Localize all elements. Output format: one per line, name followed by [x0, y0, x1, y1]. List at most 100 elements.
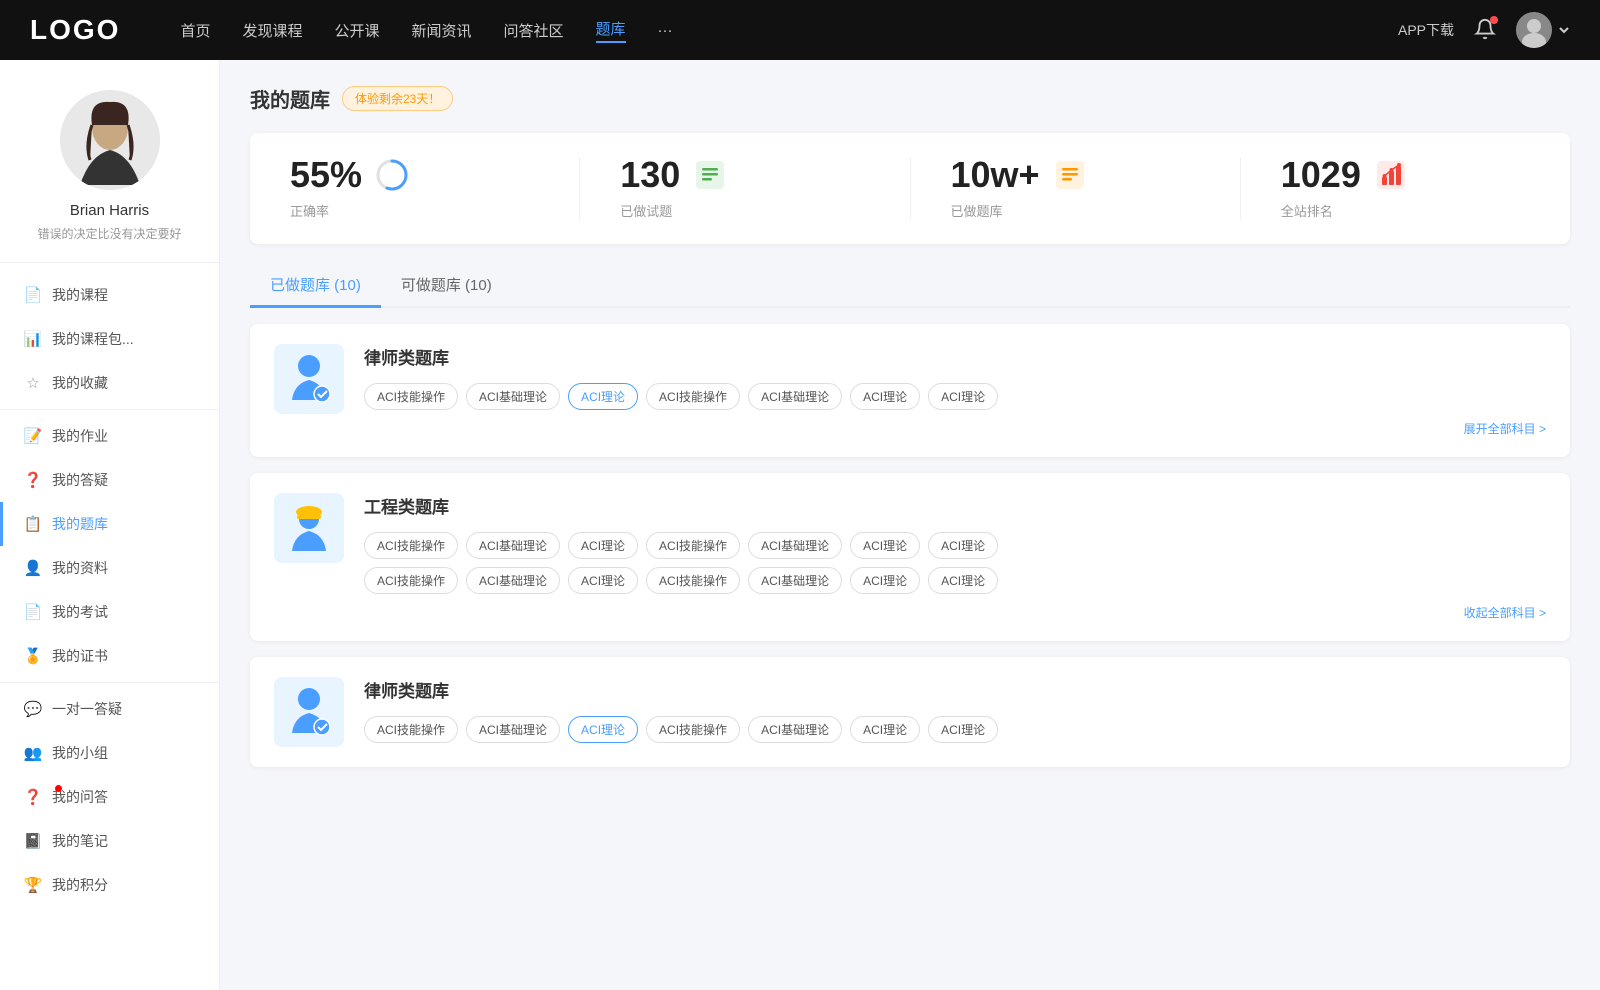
- sidebar-item-profile[interactable]: 👤 我的资料: [0, 546, 219, 590]
- stat-done-banks: 10w+ 已做题库: [911, 157, 1241, 220]
- notification-bell[interactable]: [1474, 18, 1496, 43]
- sidebar-item-exam[interactable]: 📄 我的考试: [0, 590, 219, 634]
- stat-value-correct: 55%: [290, 157, 362, 193]
- tag-1-1[interactable]: ACI基础理论: [466, 383, 560, 410]
- tag-2-4[interactable]: ACI基础理论: [748, 532, 842, 559]
- navbar: LOGO 首页 发现课程 公开课 新闻资讯 问答社区 题库 ··· APP下载: [0, 0, 1600, 60]
- qbank-collapse-2[interactable]: 收起全部科目 >: [364, 604, 1546, 621]
- qbank-title-3: 律师类题库: [364, 677, 1546, 702]
- tag-2-11[interactable]: ACI基础理论: [748, 567, 842, 594]
- qbank-header-3: 律师类题库 ACI技能操作 ACI基础理论 ACI理论 ACI技能操作 ACI基…: [274, 677, 1546, 747]
- nav-home[interactable]: 首页: [180, 20, 210, 41]
- profile-name: Brian Harris: [70, 202, 149, 219]
- nav-bank[interactable]: 题库: [596, 18, 626, 43]
- sidebar-label-certificate: 我的证书: [52, 646, 108, 666]
- stat-icon-circle: [374, 157, 410, 193]
- sidebar-label-homework: 我的作业: [52, 426, 108, 446]
- sidebar-label-course: 我的课程: [52, 285, 108, 305]
- tag-2-10[interactable]: ACI技能操作: [646, 567, 740, 594]
- 1on1-icon: 💬: [24, 700, 42, 718]
- nav-news[interactable]: 新闻资讯: [412, 20, 472, 41]
- tag-1-6[interactable]: ACI理论: [928, 383, 998, 410]
- tag-2-1[interactable]: ACI基础理论: [466, 532, 560, 559]
- tag-3-3[interactable]: ACI技能操作: [646, 716, 740, 743]
- logo[interactable]: LOGO: [30, 14, 120, 46]
- stat-label-rank: 全站排名: [1281, 201, 1333, 220]
- tag-3-6[interactable]: ACI理论: [928, 716, 998, 743]
- sidebar-item-1on1[interactable]: 💬 一对一答疑: [0, 687, 219, 731]
- tag-1-3[interactable]: ACI技能操作: [646, 383, 740, 410]
- tag-2-5[interactable]: ACI理论: [850, 532, 920, 559]
- sidebar-item-course-pack[interactable]: 📊 我的课程包...: [0, 317, 219, 361]
- tag-1-2[interactable]: ACI理论: [568, 383, 638, 410]
- sidebar-item-qbank[interactable]: 📋 我的题库: [0, 502, 219, 546]
- stats-row: 55% 正确率 130: [250, 133, 1570, 244]
- tab-available-banks[interactable]: 可做题库 (10): [381, 264, 512, 308]
- stat-top-1: 55%: [290, 157, 410, 193]
- app-download-button[interactable]: APP下载: [1398, 20, 1454, 40]
- sidebar-item-myqa[interactable]: ❓ 我的问答: [0, 775, 219, 819]
- tag-2-6[interactable]: ACI理论: [928, 532, 998, 559]
- qbank-tags-3: ACI技能操作 ACI基础理论 ACI理论 ACI技能操作 ACI基础理论 AC…: [364, 716, 1546, 743]
- sidebar-label-1on1: 一对一答疑: [52, 699, 122, 719]
- tag-1-5[interactable]: ACI理论: [850, 383, 920, 410]
- sidebar-menu: 📄 我的课程 📊 我的课程包... ☆ 我的收藏 📝 我的作业 ❓ 我的答疑 �: [0, 263, 219, 917]
- stat-top-4: 1029: [1281, 157, 1409, 193]
- tag-2-13[interactable]: ACI理论: [928, 567, 998, 594]
- tag-3-5[interactable]: ACI理论: [850, 716, 920, 743]
- nav-discover[interactable]: 发现课程: [242, 20, 302, 41]
- nav-more[interactable]: ···: [658, 22, 673, 39]
- stat-label-done: 已做试题: [620, 201, 672, 220]
- stat-top-3: 10w+: [951, 157, 1088, 193]
- sidebar-item-notes[interactable]: 📓 我的笔记: [0, 819, 219, 863]
- tag-3-0[interactable]: ACI技能操作: [364, 716, 458, 743]
- sidebar-item-group[interactable]: 👥 我的小组: [0, 731, 219, 775]
- main-layout: Brian Harris 错误的决定比没有决定要好 📄 我的课程 📊 我的课程包…: [0, 60, 1600, 990]
- notes-icon: 📓: [24, 832, 42, 850]
- qbank-expand-1[interactable]: 展开全部科目 >: [364, 420, 1546, 437]
- stat-value-done: 130: [620, 157, 680, 193]
- stat-value-rank: 1029: [1281, 157, 1361, 193]
- qbank-icon-lawyer-2: [274, 677, 344, 747]
- sidebar-label-group: 我的小组: [52, 743, 108, 763]
- qbank-tags-2-row2: ACI技能操作 ACI基础理论 ACI理论 ACI技能操作 ACI基础理论 AC…: [364, 567, 1546, 594]
- sidebar-label-course-pack: 我的课程包...: [52, 329, 134, 349]
- sidebar-item-certificate[interactable]: 🏅 我的证书: [0, 634, 219, 678]
- sidebar-label-notes: 我的笔记: [52, 831, 108, 851]
- points-icon: 🏆: [24, 876, 42, 894]
- tag-2-12[interactable]: ACI理论: [850, 567, 920, 594]
- sidebar-item-homework[interactable]: 📝 我的作业: [0, 414, 219, 458]
- tag-3-4[interactable]: ACI基础理论: [748, 716, 842, 743]
- nav-qa[interactable]: 问答社区: [504, 20, 564, 41]
- tag-2-0[interactable]: ACI技能操作: [364, 532, 458, 559]
- user-avatar-wrap[interactable]: [1516, 12, 1570, 48]
- sidebar-label-profile: 我的资料: [52, 558, 108, 578]
- stat-icon-list-green: [692, 157, 728, 193]
- tag-2-7[interactable]: ACI技能操作: [364, 567, 458, 594]
- stat-correct-rate: 55% 正确率: [250, 157, 580, 220]
- qbank-info-2: 工程类题库 ACI技能操作 ACI基础理论 ACI理论 ACI技能操作 ACI基…: [364, 493, 1546, 621]
- sidebar: Brian Harris 错误的决定比没有决定要好 📄 我的课程 📊 我的课程包…: [0, 60, 220, 990]
- sidebar-item-points[interactable]: 🏆 我的积分: [0, 863, 219, 907]
- tag-1-0[interactable]: ACI技能操作: [364, 383, 458, 410]
- tag-1-4[interactable]: ACI基础理论: [748, 383, 842, 410]
- tag-2-3[interactable]: ACI技能操作: [646, 532, 740, 559]
- tag-3-2[interactable]: ACI理论: [568, 716, 638, 743]
- sidebar-item-favorites[interactable]: ☆ 我的收藏: [0, 361, 219, 405]
- nav-open-course[interactable]: 公开课: [334, 20, 379, 41]
- tag-2-8[interactable]: ACI基础理论: [466, 567, 560, 594]
- tag-2-2[interactable]: ACI理论: [568, 532, 638, 559]
- profile-section: Brian Harris 错误的决定比没有决定要好: [0, 60, 219, 263]
- profile-icon: 👤: [24, 559, 42, 577]
- page-header: 我的题库 体验剩余23天！: [250, 84, 1570, 113]
- qbank-header-2: 工程类题库 ACI技能操作 ACI基础理论 ACI理论 ACI技能操作 ACI基…: [274, 493, 1546, 621]
- tag-2-9[interactable]: ACI理论: [568, 567, 638, 594]
- sidebar-item-qa[interactable]: ❓ 我的答疑: [0, 458, 219, 502]
- sidebar-label-exam: 我的考试: [52, 602, 108, 622]
- chevron-down-icon: [1558, 24, 1570, 36]
- qbank-card-2: 工程类题库 ACI技能操作 ACI基础理论 ACI理论 ACI技能操作 ACI基…: [250, 473, 1570, 641]
- profile-motto: 错误的决定比没有决定要好: [37, 225, 181, 242]
- tab-done-banks[interactable]: 已做题库 (10): [250, 264, 381, 308]
- tag-3-1[interactable]: ACI基础理论: [466, 716, 560, 743]
- sidebar-item-course[interactable]: 📄 我的课程: [0, 273, 219, 317]
